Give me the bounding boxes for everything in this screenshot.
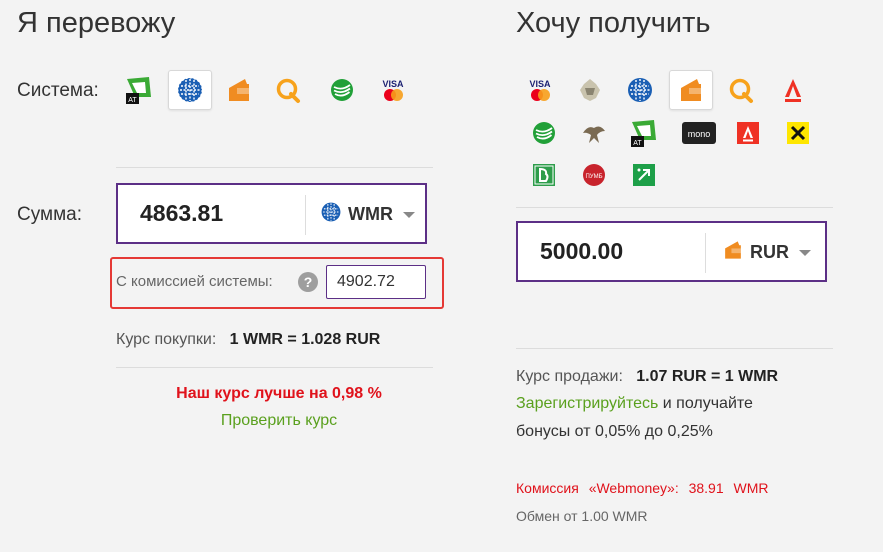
buy-rate-value: 1 WMR = 1.028 RUR bbox=[229, 331, 381, 348]
sberbank-icon[interactable] bbox=[529, 118, 559, 148]
sberbank-icon[interactable] bbox=[327, 75, 357, 105]
separator bbox=[116, 367, 433, 368]
eagle-icon[interactable] bbox=[579, 118, 609, 148]
check-rate-link[interactable]: Проверить курс bbox=[0, 412, 558, 430]
commission-input[interactable]: 4902.72 bbox=[326, 265, 426, 299]
receive-amount-input[interactable]: 5000.00 bbox=[540, 238, 623, 265]
chevron-down-icon bbox=[402, 211, 415, 218]
receive-currency-code: RUR bbox=[750, 242, 789, 262]
privat-at-icon[interactable]: AT bbox=[124, 75, 154, 105]
webmoney-icon[interactable] bbox=[168, 70, 212, 110]
green-corner-icon[interactable] bbox=[629, 160, 659, 190]
svg-text:mono: mono bbox=[688, 129, 711, 139]
bonus-text: бонусы от 0,05% до 0,25% bbox=[516, 423, 713, 440]
fee-amount: 38.91 bbox=[688, 480, 724, 496]
separator bbox=[116, 167, 433, 168]
fee-line: Комиссия «Webmoney»: 38.91 WMR bbox=[516, 480, 775, 496]
buy-rate-label: Курс покупки: bbox=[116, 331, 217, 348]
commission-label: С комиссией системы: bbox=[116, 273, 273, 290]
alfa-red-icon[interactable] bbox=[733, 118, 763, 148]
svg-text:ПУМБ: ПУМБ bbox=[585, 174, 602, 180]
mono-icon[interactable]: mono bbox=[679, 118, 719, 148]
yandex-money-icon bbox=[722, 239, 744, 266]
chevron-down-icon bbox=[799, 249, 811, 256]
sale-rate-value: 1.07 RUR = 1 WMR bbox=[636, 368, 779, 385]
send-currency-code: WMR bbox=[348, 204, 393, 224]
amount-label: Сумма: bbox=[17, 204, 82, 225]
green-b-icon[interactable] bbox=[529, 160, 559, 190]
separator bbox=[516, 348, 833, 349]
register-rest: и получайте bbox=[658, 395, 753, 412]
visa-mastercard-icon[interactable]: VISA bbox=[525, 75, 555, 105]
min-exchange: Обмен от 1.00 WMR bbox=[516, 508, 648, 524]
yandex-money-icon[interactable] bbox=[224, 75, 254, 105]
visa-mastercard-icon[interactable]: VISA bbox=[378, 75, 408, 105]
send-title: Я перевожу bbox=[17, 7, 176, 39]
svg-text:AT: AT bbox=[128, 97, 137, 104]
better-rate-text: Наш курс лучше на 0,98 % bbox=[176, 385, 382, 402]
send-amount-input[interactable]: 4863.81 bbox=[140, 200, 223, 227]
fee-label: Комиссия bbox=[516, 480, 579, 496]
yandex-money-icon[interactable] bbox=[669, 70, 713, 110]
buy-rate: Курс покупки: 1 WMR = 1.028 RUR bbox=[116, 331, 380, 349]
separator bbox=[516, 207, 833, 208]
divider bbox=[305, 195, 306, 235]
receive-currency-select[interactable]: RUR bbox=[722, 239, 811, 266]
qiwi-icon[interactable] bbox=[273, 75, 303, 105]
tinkoff-icon[interactable] bbox=[575, 75, 605, 105]
sale-rate-label: Курс продажи: bbox=[516, 368, 623, 385]
divider bbox=[705, 233, 706, 273]
svg-text:VISA: VISA bbox=[529, 79, 551, 89]
receive-title: Хочу получить bbox=[516, 7, 711, 39]
qiwi-icon[interactable] bbox=[726, 75, 756, 105]
raiffeisen-icon[interactable] bbox=[783, 118, 813, 148]
register-link[interactable]: Зарегистрируйтесь bbox=[516, 395, 658, 412]
svg-text:VISA: VISA bbox=[382, 79, 404, 89]
fee-system: «Webmoney»: bbox=[588, 480, 679, 496]
webmoney-icon bbox=[320, 201, 342, 228]
pumb-icon[interactable]: ПУМБ bbox=[579, 160, 609, 190]
privat-at-icon[interactable]: AT bbox=[629, 118, 659, 148]
register-line: Зарегистрируйтесь и получайте bbox=[516, 395, 753, 413]
svg-text:AT: AT bbox=[633, 140, 642, 147]
system-label: Система: bbox=[17, 80, 99, 101]
send-currency-select[interactable]: WMR bbox=[320, 201, 415, 228]
sale-rate: Курс продажи: 1.07 RUR = 1 WMR bbox=[516, 368, 778, 386]
help-icon[interactable]: ? bbox=[298, 272, 318, 292]
alfa-bank-icon[interactable] bbox=[778, 75, 808, 105]
fee-currency: WMR bbox=[733, 480, 769, 496]
webmoney-icon[interactable] bbox=[625, 75, 655, 105]
